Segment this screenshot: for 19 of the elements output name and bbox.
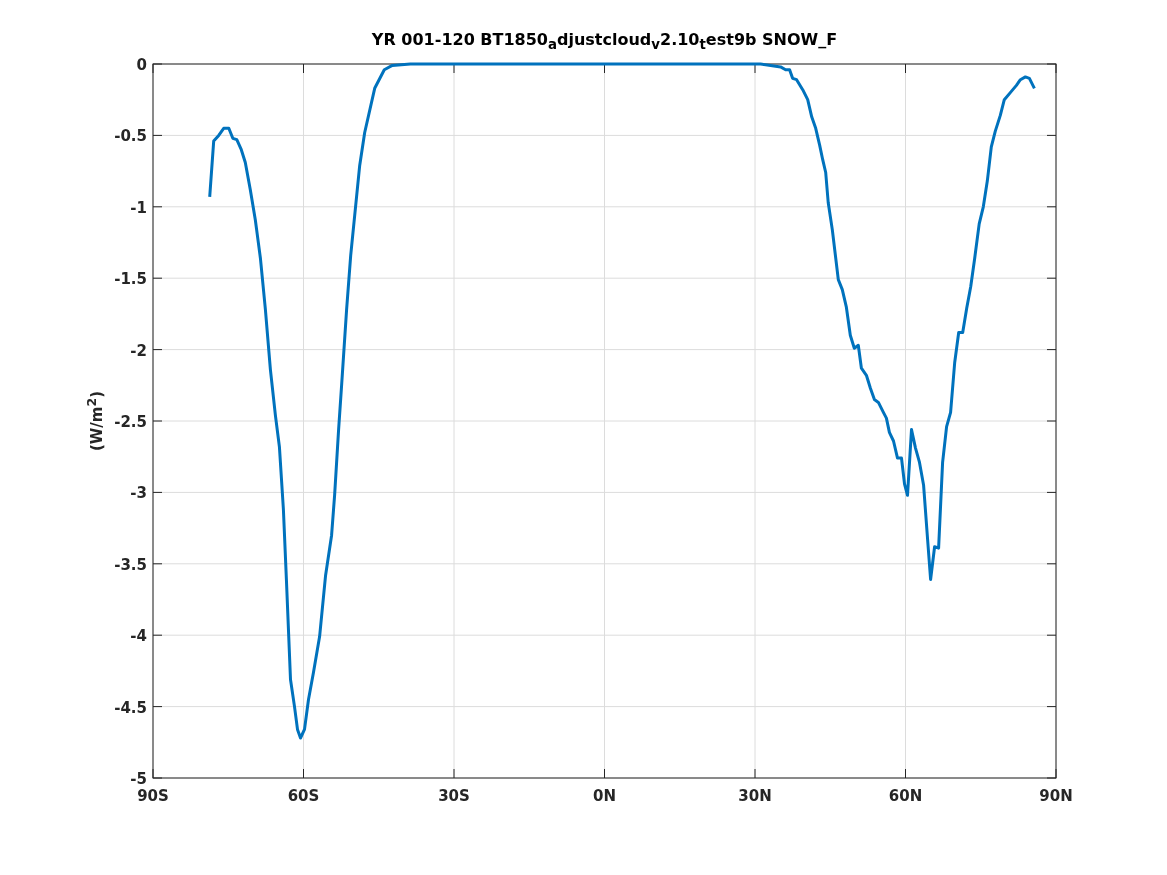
tick-label: 90N [1039,787,1073,805]
tick-label: -2 [130,341,147,360]
tick-label: 90S [137,787,169,805]
tick-label: 60N [888,787,923,805]
tick-label: -4 [130,627,147,646]
chart-title: YR 001-120 BT1850$_{a}$djustcloud$_{v}$2.10$_{t}$est9b SNOW_F [370,30,839,53]
tick-label: -3.5 [114,555,147,574]
tick-label: -1.5 [114,270,147,289]
tick-label: 30S [438,787,470,805]
tick-label: -2.5 [114,413,147,431]
tick-label: -3 [130,484,147,503]
tick-label: -4.5 [114,698,147,717]
tick-label: 0 [136,56,147,74]
tick-label: 60S [287,787,320,805]
tick-label: -1 [130,198,147,217]
tick-label: -0.5 [114,127,147,146]
tick-label: 30N [738,787,772,805]
tick-label: -5 [130,770,147,788]
tick-label: 0N [593,787,616,805]
